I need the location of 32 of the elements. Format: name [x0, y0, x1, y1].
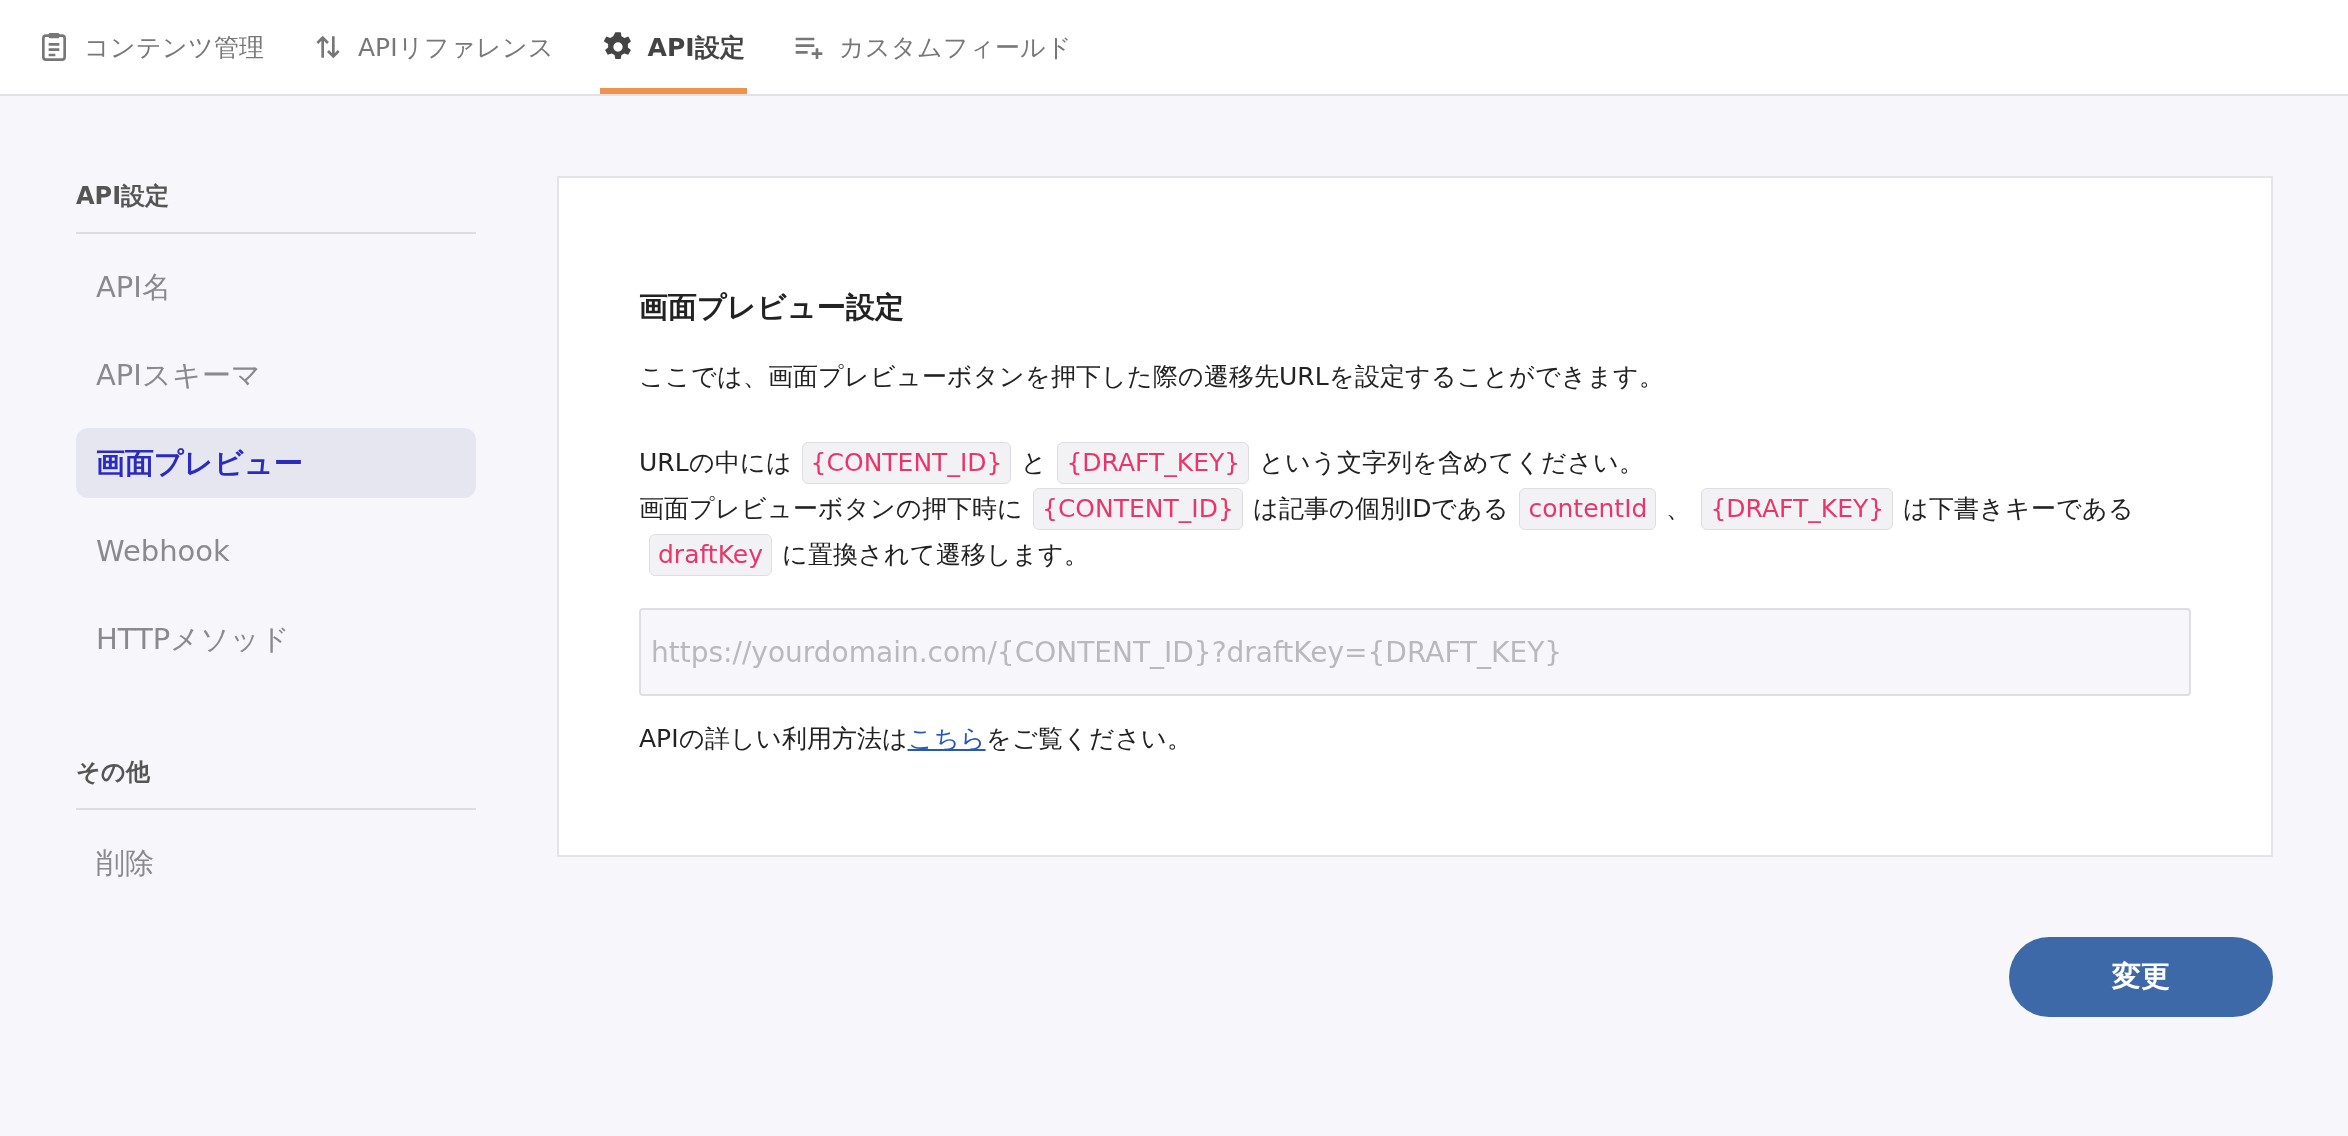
nav-tab[interactable]: コンテンツ管理: [36, 0, 266, 94]
sidebar-item[interactable]: 削除: [76, 828, 476, 898]
body-text: は記事の個別IDである: [1252, 494, 1510, 523]
body-text: 画面プレビューボタンの押下時に: [639, 494, 1023, 523]
code-chip: {CONTENT_ID}: [801, 442, 1012, 484]
code-chip: draftKey: [649, 534, 772, 576]
body-text: は下書きキーである: [1903, 494, 2135, 523]
url-field[interactable]: https://yourdomain.com/{CONTENT_ID}?draftKey={DRAFT_KEY}: [639, 608, 2191, 696]
change-button[interactable]: 変更: [2009, 937, 2273, 1017]
section-heading: その他: [76, 752, 476, 810]
sidebar-item[interactable]: 画面プレビュー: [76, 428, 476, 498]
code-chip: {DRAFT_KEY}: [1057, 442, 1250, 484]
body-text: と: [1021, 448, 1048, 477]
help-text: APIの詳しい利用方法は こちら をご覧ください。: [639, 723, 1193, 755]
description-text: ここでは、画面プレビューボタンを押下した際の遷移先URLを設定することができます。: [639, 361, 1665, 393]
body-text: 、: [1666, 494, 1692, 523]
code-chip: {DRAFT_KEY}: [1701, 488, 1894, 530]
section-heading: API設定: [76, 176, 476, 234]
body-text: URLの中には: [639, 448, 792, 477]
body-text: という文字列を含めてください。: [1259, 448, 1645, 477]
sidebar-item[interactable]: HTTPメソッド: [76, 604, 476, 674]
body-text: に置換されて遷移します。: [781, 540, 1089, 569]
help-link[interactable]: こちら: [907, 724, 986, 753]
sidebar-item[interactable]: APIスキーマ: [76, 340, 476, 410]
sidebar-item[interactable]: API名: [76, 252, 476, 322]
section-title: 画面プレビュー設定: [639, 289, 905, 326]
nav-tab[interactable]: API設定: [599, 0, 747, 94]
code-chip: {CONTENT_ID}: [1033, 488, 1243, 530]
code-chip: contentId: [1519, 488, 1657, 530]
sidebar-item[interactable]: Webhook: [76, 516, 476, 586]
nav-tab[interactable]: APIリファレンス: [310, 0, 556, 94]
nav-tab[interactable]: カスタムフィールド: [790, 0, 1074, 94]
